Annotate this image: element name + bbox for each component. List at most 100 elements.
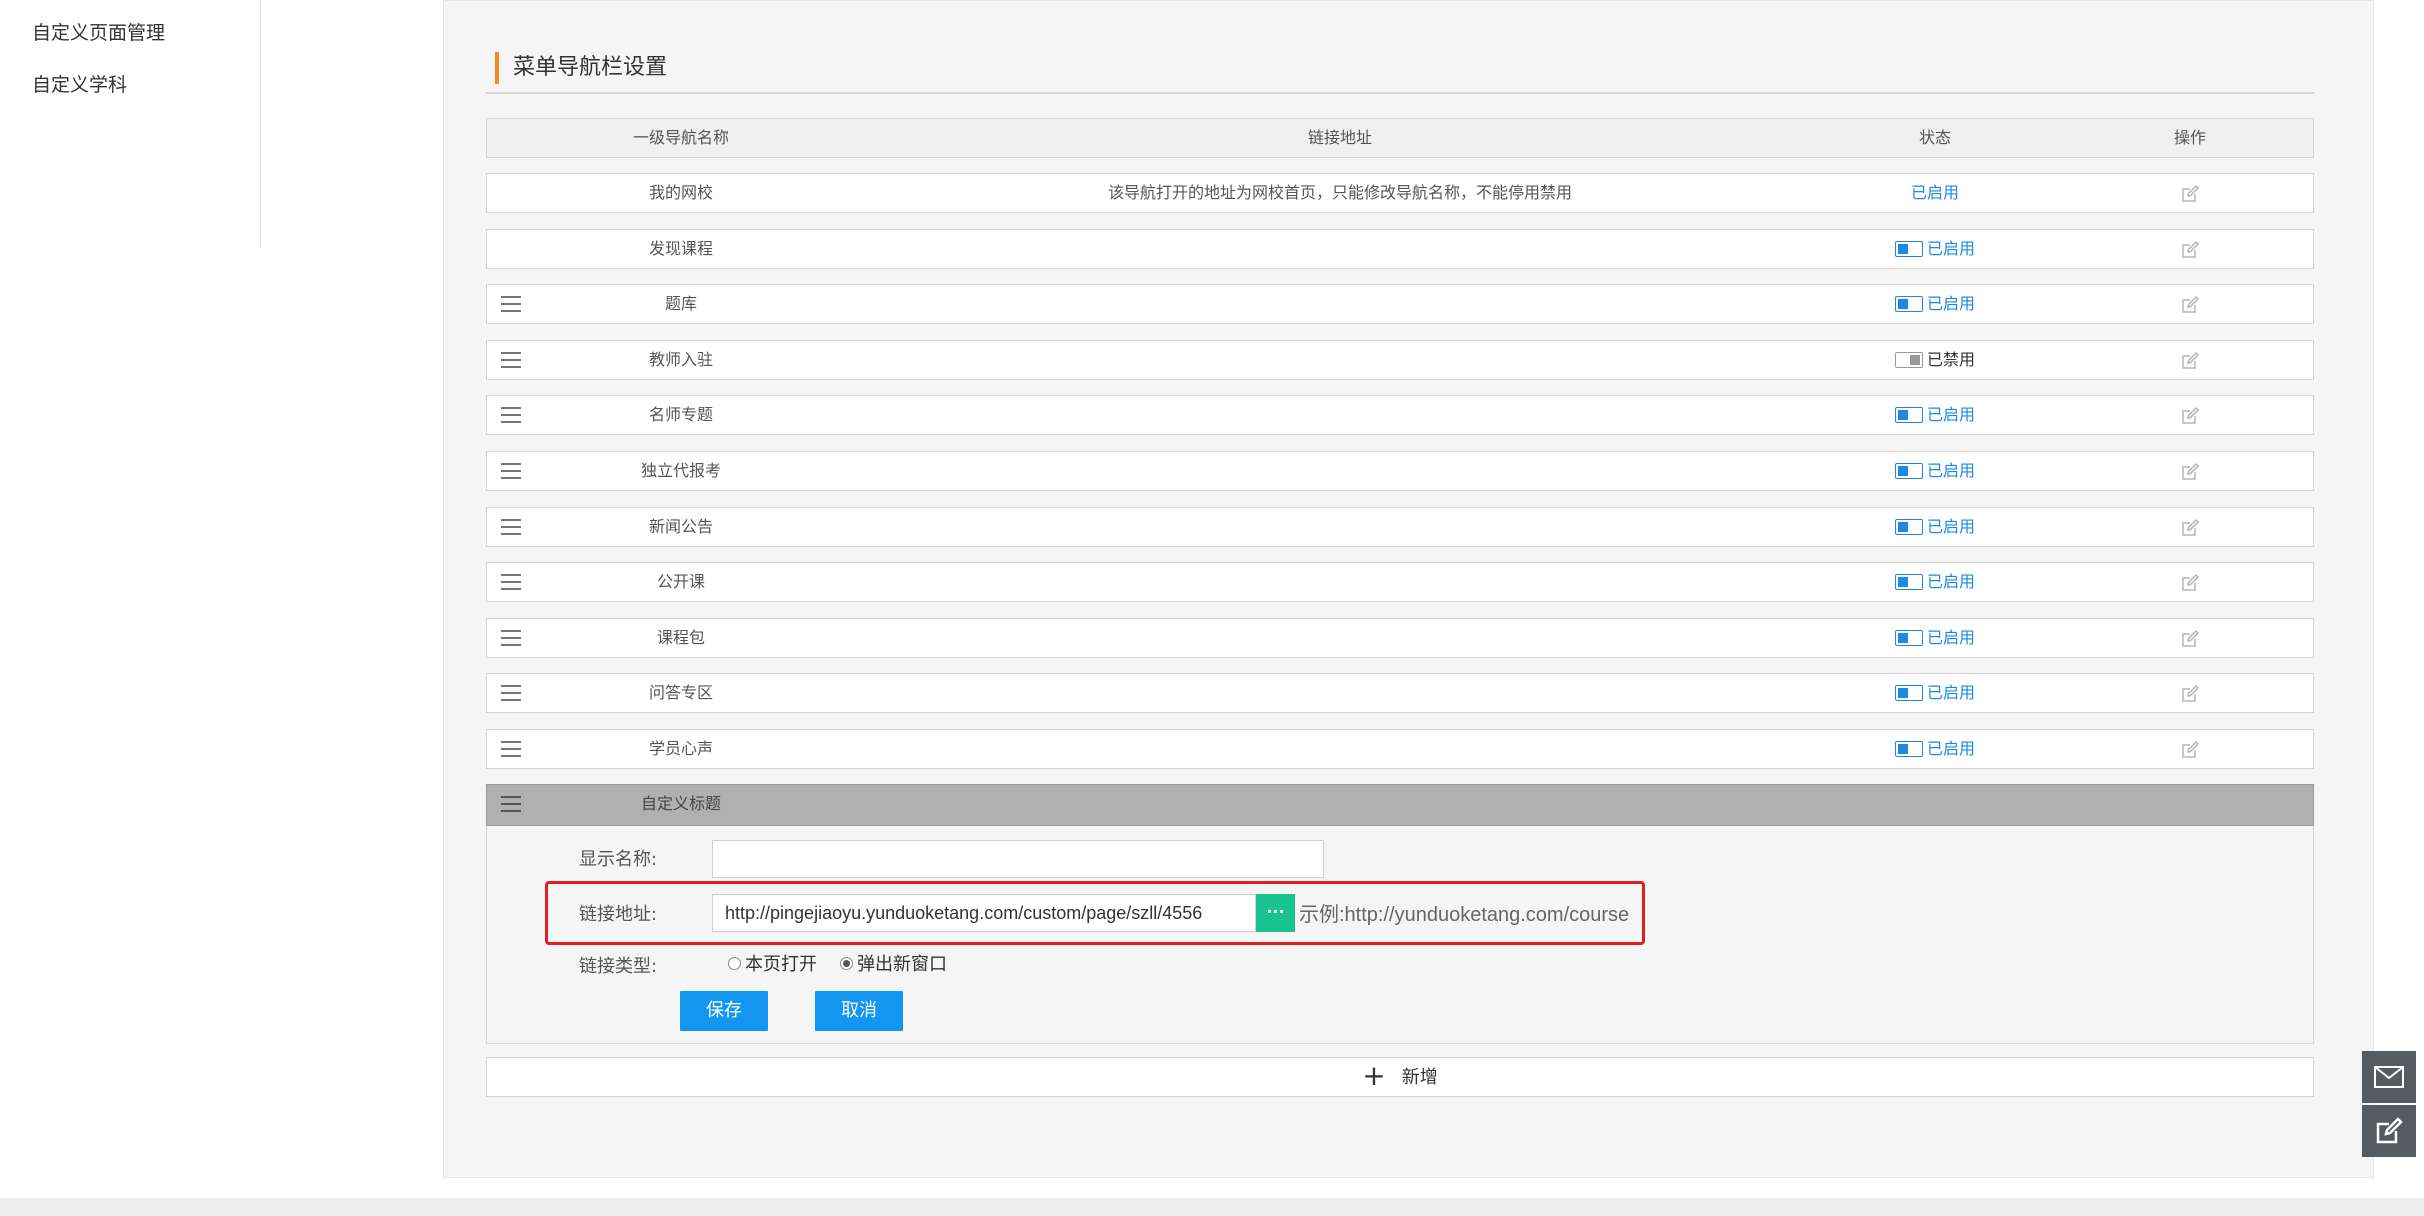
radio-same-page-icon[interactable] xyxy=(728,956,741,970)
nav-name: 课程包 xyxy=(656,628,705,647)
edit-button[interactable] xyxy=(2065,341,2315,379)
status-text: 已禁用 xyxy=(1926,350,1975,369)
header-name: 一级导航名称 xyxy=(632,128,729,147)
nav-name: 名师专题 xyxy=(648,405,713,424)
nav-url xyxy=(875,396,1805,434)
header-status: 状态 xyxy=(1918,128,1951,147)
edit-icon[interactable] xyxy=(2180,294,2200,313)
nav-url xyxy=(875,619,1805,657)
edit-button[interactable] xyxy=(2065,508,2315,546)
status-text: 已启用 xyxy=(1926,294,1975,313)
add-nav-button[interactable]: + 新增 xyxy=(486,1057,2314,1097)
sidebar-item-custom-subject[interactable]: 自定义学科 xyxy=(32,70,127,97)
status-toggle[interactable] xyxy=(1894,741,1923,757)
radio-open-new-window[interactable]: 弹出新窗口 xyxy=(840,950,947,976)
radio-new-window-label: 弹出新窗口 xyxy=(857,954,947,975)
status-toggle[interactable] xyxy=(1894,407,1923,423)
edit-icon[interactable] xyxy=(2180,683,2200,702)
edit-button[interactable] xyxy=(2065,619,2315,657)
nav-status[interactable]: 已启用 xyxy=(1805,285,2065,323)
nav-name: 学员心声 xyxy=(648,739,713,758)
edit-button[interactable] xyxy=(2065,285,2315,323)
cancel-button[interactable]: 取消 xyxy=(815,991,903,1031)
status-toggle[interactable] xyxy=(1894,296,1923,312)
nav-url xyxy=(875,508,1805,546)
link-address-label: 链接地址: xyxy=(579,904,658,925)
edit-button[interactable] xyxy=(2065,452,2315,490)
nav-name: 教师入驻 xyxy=(648,350,713,369)
status-text: 已启用 xyxy=(1926,572,1975,591)
browse-link-button[interactable]: ··· xyxy=(1256,894,1295,932)
edit-icon[interactable] xyxy=(2180,461,2200,480)
status-text: 已启用 xyxy=(1926,239,1975,258)
edit-icon[interactable] xyxy=(2180,517,2200,536)
nav-status[interactable]: 已启用 xyxy=(1805,230,2065,268)
status-toggle[interactable] xyxy=(1894,519,1923,535)
nav-status[interactable]: 已启用 xyxy=(1805,452,2065,490)
nav-status[interactable]: 已启用 xyxy=(1805,174,2065,212)
edit-button[interactable] xyxy=(2065,730,2315,768)
sidebar-item-custom-page-management[interactable]: 自定义页面管理 xyxy=(32,18,165,45)
nav-status[interactable]: 已启用 xyxy=(1805,730,2065,768)
nav-status[interactable]: 已启用 xyxy=(1805,396,2065,434)
nav-url: 该导航打开的地址为网校首页，只能修改导航名称，不能停用禁用 xyxy=(1107,183,1572,202)
status-toggle[interactable] xyxy=(1894,463,1923,479)
link-address-input[interactable] xyxy=(712,894,1256,932)
status-text: 已启用 xyxy=(1926,461,1975,480)
status-text: 已启用 xyxy=(1910,183,1959,202)
nav-url xyxy=(875,452,1805,490)
nav-name: 发现课程 xyxy=(648,239,713,258)
edit-button[interactable] xyxy=(2065,563,2315,601)
nav-name: 问答专区 xyxy=(648,683,713,702)
edit-icon[interactable] xyxy=(2180,405,2200,424)
edit-icon[interactable] xyxy=(2180,739,2200,758)
table-row: 题库 已启用 xyxy=(486,284,2314,324)
nav-url xyxy=(875,563,1805,601)
edit-icon[interactable] xyxy=(2180,183,2200,202)
edit-note-icon xyxy=(2376,1117,2403,1144)
edit-icon[interactable] xyxy=(2180,572,2200,591)
status-text: 已启用 xyxy=(1926,683,1975,702)
radio-open-same-page[interactable]: 本页打开 xyxy=(728,950,817,976)
table-row: 新闻公告 已启用 xyxy=(486,507,2314,547)
status-toggle[interactable] xyxy=(1894,241,1923,257)
nav-url xyxy=(875,230,1805,268)
save-button[interactable]: 保存 xyxy=(680,991,768,1031)
edit-button[interactable] xyxy=(2065,396,2315,434)
display-name-input[interactable] xyxy=(712,840,1324,878)
nav-status[interactable]: 已启用 xyxy=(1805,674,2065,712)
status-text: 已启用 xyxy=(1926,517,1975,536)
table-header: 一级导航名称 链接地址 状态 操作 xyxy=(486,118,2314,158)
nav-status[interactable]: 已禁用 xyxy=(1805,341,2065,379)
custom-row-name: 自定义标题 xyxy=(640,794,721,813)
link-type-label: 链接类型: xyxy=(579,956,658,977)
edit-icon[interactable] xyxy=(2180,628,2200,647)
status-toggle[interactable] xyxy=(1894,630,1923,646)
edit-icon[interactable] xyxy=(2180,239,2200,258)
section-divider xyxy=(485,92,2315,94)
display-name-label: 显示名称: xyxy=(579,849,658,870)
header-operation: 操作 xyxy=(2173,128,2206,147)
edit-button[interactable] xyxy=(2065,674,2315,712)
mail-icon xyxy=(2374,1066,2404,1088)
nav-status[interactable]: 已启用 xyxy=(1805,619,2065,657)
status-toggle[interactable] xyxy=(1894,574,1923,590)
status-toggle[interactable] xyxy=(1894,352,1923,368)
floating-mail-button[interactable] xyxy=(2362,1051,2416,1103)
table-row: 问答专区 已启用 xyxy=(486,673,2314,713)
plus-icon: + xyxy=(1362,1059,1386,1092)
nav-url xyxy=(875,341,1805,379)
edit-icon[interactable] xyxy=(2180,350,2200,369)
status-text: 已启用 xyxy=(1926,405,1975,424)
nav-status[interactable]: 已启用 xyxy=(1805,508,2065,546)
edit-button[interactable] xyxy=(2065,230,2315,268)
status-text: 已启用 xyxy=(1926,739,1975,758)
floating-edit-button[interactable] xyxy=(2362,1105,2416,1157)
status-toggle[interactable] xyxy=(1894,685,1923,701)
header-url: 链接地址 xyxy=(1307,128,1372,147)
radio-new-window-icon[interactable] xyxy=(840,956,853,970)
nav-url xyxy=(875,674,1805,712)
custom-row-header[interactable]: 自定义标题 xyxy=(486,784,2314,826)
nav-status[interactable]: 已启用 xyxy=(1805,563,2065,601)
edit-button[interactable] xyxy=(2065,174,2315,212)
